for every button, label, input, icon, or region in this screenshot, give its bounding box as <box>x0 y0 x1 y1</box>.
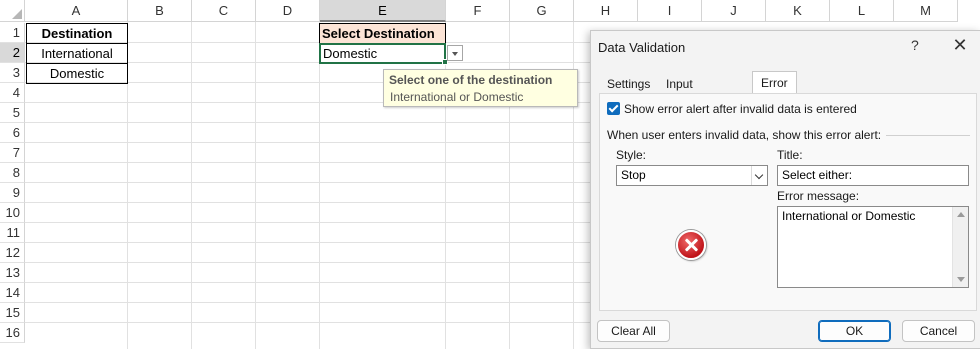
cell-e2[interactable]: Domestic <box>319 43 446 64</box>
column-header-b[interactable]: B <box>128 0 192 22</box>
column-header-k[interactable]: K <box>766 0 830 22</box>
input-message-tooltip: Select one of the destination Internatio… <box>383 69 578 107</box>
show-alert-checkbox[interactable] <box>607 102 620 115</box>
cell-a1[interactable]: Destination <box>26 23 128 44</box>
column-header-e[interactable]: E <box>320 0 446 22</box>
gridline <box>319 22 320 349</box>
group-label: When user enters invalid data, show this… <box>607 128 882 142</box>
cell-e1[interactable]: Select Destination <box>319 23 446 44</box>
tab-settings[interactable]: Settings <box>607 74 650 94</box>
row-header-13[interactable]: 13 <box>0 263 25 283</box>
column-header-f[interactable]: F <box>446 0 510 22</box>
dropdown-arrow-button[interactable] <box>447 45 463 61</box>
column-header-c[interactable]: C <box>192 0 256 22</box>
style-select[interactable]: Stop <box>616 165 768 186</box>
row-header-14[interactable]: 14 <box>0 283 25 303</box>
error-message-textarea[interactable]: International or Domestic <box>777 206 969 288</box>
chevron-down-icon[interactable] <box>751 166 767 185</box>
textarea-scrollbar[interactable] <box>952 207 968 287</box>
tab-error-alert[interactable]: Error Alert <box>752 71 797 112</box>
column-header-l[interactable]: L <box>830 0 894 22</box>
dialog-title: Data Validation <box>598 40 686 55</box>
scroll-up-icon[interactable] <box>957 212 965 217</box>
row-header-8[interactable]: 8 <box>0 163 25 183</box>
error-message-label: Error message: <box>777 189 860 203</box>
row-header-12[interactable]: 12 <box>0 243 25 263</box>
row-header-7[interactable]: 7 <box>0 143 25 163</box>
column-header-g[interactable]: G <box>510 0 574 22</box>
column-header-a[interactable]: A <box>25 0 128 22</box>
row-header-9[interactable]: 9 <box>0 183 25 203</box>
gridline <box>255 22 256 349</box>
column-header-j[interactable]: J <box>702 0 766 22</box>
title-label: Title: <box>777 148 803 162</box>
column-header-i[interactable]: I <box>638 0 702 22</box>
style-label: Style: <box>616 148 647 162</box>
error-message-text: International or Domestic <box>782 209 916 223</box>
cancel-button[interactable]: Cancel <box>902 320 975 342</box>
row-header-16[interactable]: 16 <box>0 323 25 343</box>
clear-all-button[interactable]: Clear All <box>597 320 670 342</box>
row-header-10[interactable]: 10 <box>0 203 25 223</box>
gridline <box>191 22 192 349</box>
row-header-4[interactable]: 4 <box>0 83 25 103</box>
cell-a2[interactable]: International <box>26 43 128 64</box>
style-select-value: Stop <box>621 168 646 182</box>
title-input[interactable]: Select either: <box>777 165 969 186</box>
close-icon[interactable]: ✕ <box>949 34 971 56</box>
row-header-5[interactable]: 5 <box>0 103 25 123</box>
group-divider <box>886 135 970 136</box>
row-header-3[interactable]: 3 <box>0 63 25 83</box>
select-all-corner[interactable] <box>0 0 25 22</box>
tooltip-message: International or Domestic <box>390 90 524 104</box>
row-header-6[interactable]: 6 <box>0 123 25 143</box>
show-alert-label[interactable]: Show error alert after invalid data is e… <box>624 102 857 116</box>
error-alert-panel: Show error alert after invalid data is e… <box>599 93 977 311</box>
scroll-down-icon[interactable] <box>957 277 965 282</box>
row-header-1[interactable]: 1 <box>0 23 25 43</box>
ok-button[interactable]: OK <box>818 320 891 342</box>
column-header-m[interactable]: M <box>894 0 958 22</box>
stop-error-icon <box>676 230 706 260</box>
help-button[interactable]: ? <box>911 37 919 53</box>
row-header-2[interactable]: 2 <box>0 43 25 63</box>
cell-a3[interactable]: Domestic <box>26 63 128 84</box>
row-header-15[interactable]: 15 <box>0 303 25 323</box>
tooltip-title: Select one of the destination <box>389 73 553 87</box>
row-header-11[interactable]: 11 <box>0 223 25 243</box>
column-header-d[interactable]: D <box>256 0 320 22</box>
data-validation-dialog: Data Validation ? ✕ Settings Input Messa… <box>590 30 980 349</box>
tab-input-message[interactable]: Input Message <box>666 74 715 111</box>
column-header-h[interactable]: H <box>574 0 638 22</box>
